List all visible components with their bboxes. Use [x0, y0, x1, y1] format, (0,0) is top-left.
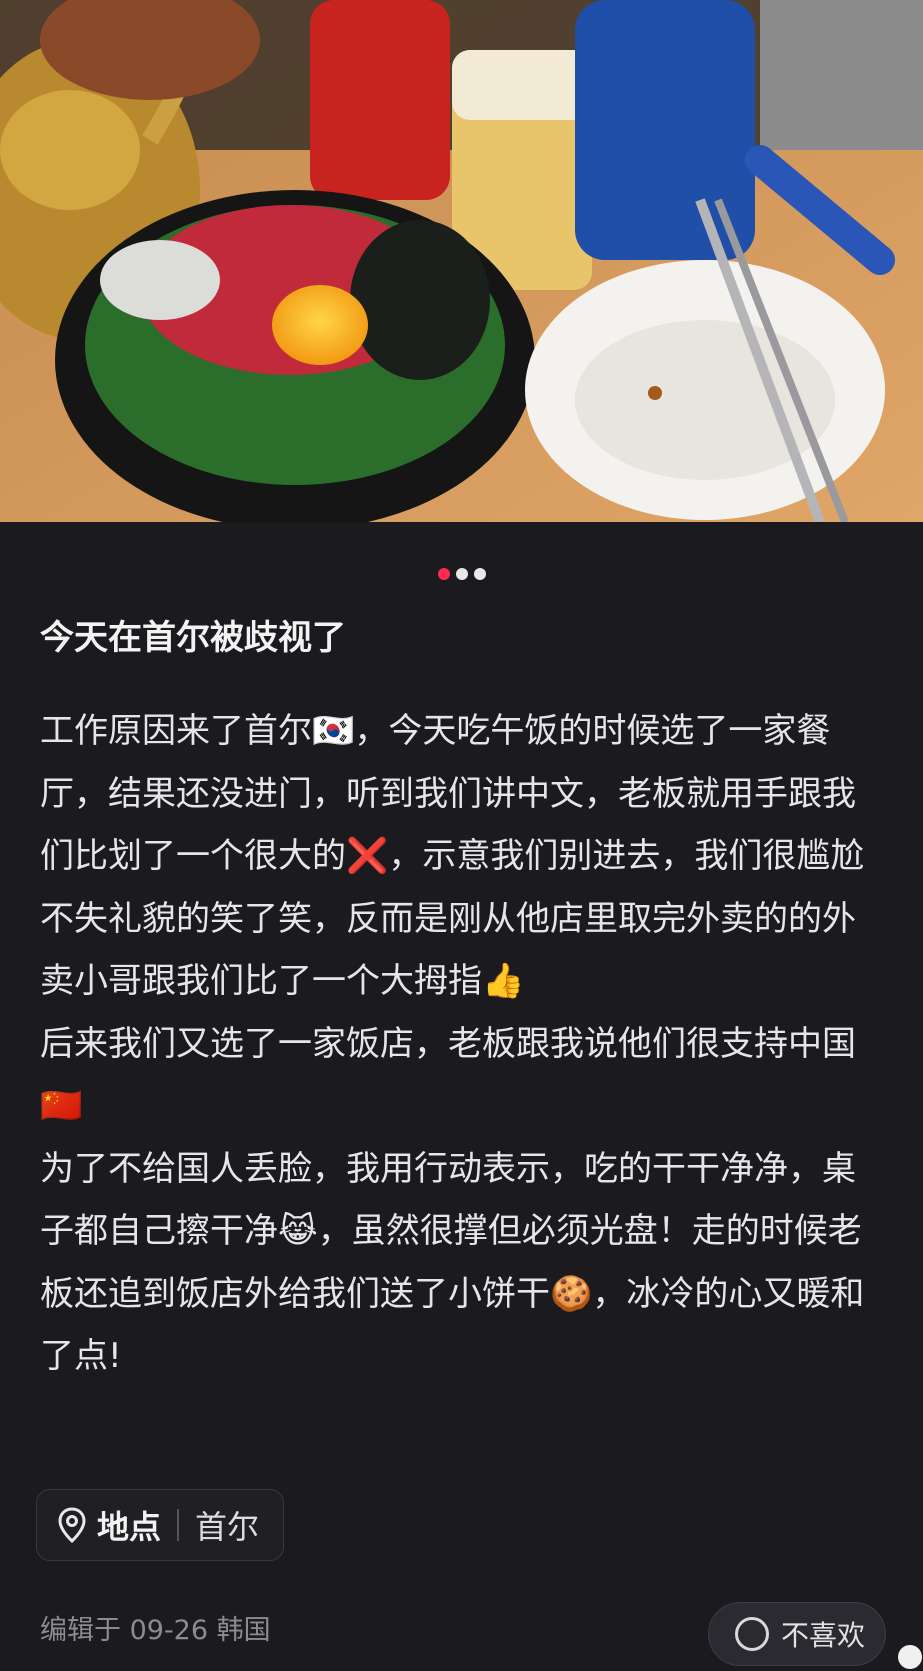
post-photo[interactable]	[0, 0, 923, 522]
food-photo-illustration	[0, 0, 923, 522]
post-paragraph: 工作原因来了首尔🇰🇷，今天吃午饭的时候选了一家餐厅，结果还没进门，听到我们讲中文…	[40, 711, 865, 1001]
location-label: 地点	[97, 1508, 162, 1546]
location-pin-icon	[58, 1507, 86, 1543]
location-value: 首尔	[195, 1508, 260, 1546]
location-divider	[177, 1509, 180, 1541]
post-title: 今天在首尔被歧视了	[40, 618, 346, 658]
carousel-dot-1[interactable]	[437, 568, 450, 580]
post-body: 工作原因来了首尔🇰🇷，今天吃午饭的时候选了一家餐厅，结果还没进门，听到我们讲中文…	[40, 700, 886, 1388]
carousel-dot-3[interactable]	[473, 568, 486, 580]
dislike-button[interactable]: 不喜欢	[708, 1602, 886, 1666]
corner-badge	[898, 1645, 922, 1669]
post-paragraph: 为了不给国人丢脸，我用行动表示，吃的干干净净，桌子都自己擦干净😹，虽然很撑但必须…	[40, 1148, 865, 1377]
carousel-indicator	[0, 568, 923, 582]
post-paragraph: 后来我们又选了一家饭店，老板跟我说他们很支持中国🇨🇳	[40, 1023, 856, 1127]
carousel-dot-2[interactable]	[455, 568, 468, 580]
location-tag[interactable]: 地点 首尔	[36, 1489, 285, 1561]
dislike-icon	[735, 1617, 769, 1651]
dislike-label: 不喜欢	[781, 1619, 866, 1652]
post-meta: 编辑于 09-26 韩国	[40, 1615, 271, 1646]
